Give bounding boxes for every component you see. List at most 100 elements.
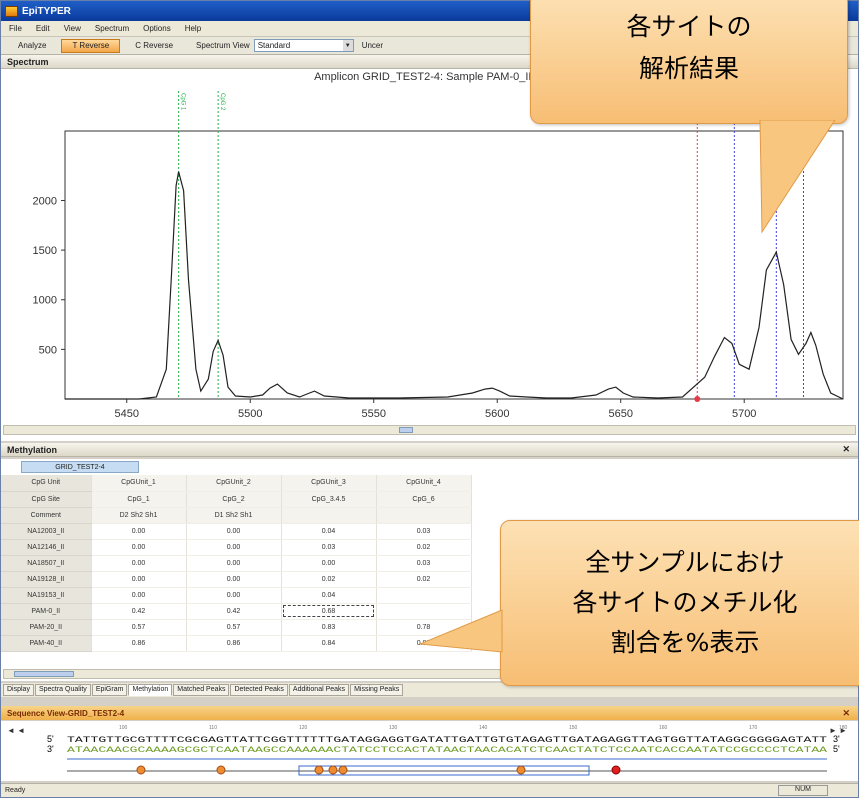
callout-methylation-percent: 全サンプルにおけ 各サイトのメチル化 割合を%表示 — [500, 520, 859, 686]
table-cell[interactable]: 0.02 — [376, 571, 472, 588]
c-reverse-button[interactable]: C Reverse — [124, 39, 184, 53]
nav-arrows-left: ◄ ◄ — [7, 726, 25, 735]
tab-epigram[interactable]: EpiGram — [91, 684, 128, 696]
spectrum-view-select[interactable]: Standard ▼ — [253, 39, 354, 52]
table-cell[interactable]: 0.00 — [91, 539, 187, 556]
table-cell[interactable]: CpG_1 — [91, 491, 187, 508]
table-cell[interactable]: 0.02 — [376, 539, 472, 556]
table-cell[interactable]: 0.68 — [281, 603, 377, 620]
menu-options[interactable]: Options — [143, 24, 171, 33]
row-header[interactable]: PAM-0_II — [1, 603, 92, 620]
callout-site-results: 各サイトの 解析結果 — [530, 0, 848, 124]
tab-additional-peaks[interactable]: Additional Peaks — [288, 684, 350, 696]
menu-view[interactable]: View — [64, 24, 81, 33]
table-cell[interactable]: 0.00 — [281, 555, 377, 572]
row-header[interactable]: NA12146_II — [1, 539, 92, 556]
table-cell[interactable]: 0.03 — [281, 539, 377, 556]
table-cell[interactable]: 0.04 — [281, 587, 377, 604]
table-cell[interactable]: CpG_2 — [186, 491, 282, 508]
table-cell[interactable]: CpGUnit_3 — [281, 475, 377, 492]
row-header[interactable]: CpG Unit — [1, 475, 92, 492]
row-header[interactable]: PAM-20_II — [1, 619, 92, 636]
cpg-site-marker — [314, 765, 324, 775]
table-cell[interactable]: CpGUnit_4 — [376, 475, 472, 492]
table-cell[interactable]: D1 Sh2 Sh1 — [186, 507, 282, 524]
table-cell[interactable]: CpGUnit_1 — [91, 475, 187, 492]
ruler-label: 110 — [209, 725, 217, 731]
plot-frame — [64, 130, 844, 400]
analyze-button[interactable]: Analyze — [7, 39, 57, 53]
table-cell[interactable]: CpG_3.4.5 — [281, 491, 377, 508]
tab-spectra-quality[interactable]: Spectra Quality — [34, 684, 91, 696]
table-cell[interactable] — [281, 507, 377, 524]
table-cell[interactable]: 0.04 — [281, 523, 377, 540]
table-cell[interactable]: CpGUnit_2 — [186, 475, 282, 492]
x-tick-label: 5600 — [485, 408, 509, 420]
table-row: PAM-0_II 0.42 0.42 0.68 — [1, 603, 472, 620]
row-header[interactable]: PAM-40_II — [1, 635, 92, 652]
menu-help[interactable]: Help — [185, 24, 201, 33]
bottom-strand: ATAACAACGCAAAAGCGCTCAATAAGCCAAAAAACTATCC… — [67, 746, 827, 755]
table-cell[interactable]: 0.42 — [91, 603, 187, 620]
sequence-panel-title: Sequence View-GRID_TEST2-4 ✕ — [1, 706, 858, 720]
table-cell[interactable]: CpG_6 — [376, 491, 472, 508]
missing-peak-dot — [694, 396, 701, 402]
row-header[interactable]: NA19153_II — [1, 587, 92, 604]
close-icon[interactable]: ✕ — [842, 444, 850, 455]
table-cell[interactable]: 0.00 — [91, 555, 187, 572]
row-header[interactable]: Comment — [1, 507, 92, 524]
ruler-label: 130 — [389, 725, 398, 731]
table-cell[interactable]: 0.57 — [91, 619, 187, 636]
table-cell[interactable]: 0.84 — [281, 635, 377, 652]
table-cell[interactable]: D2 Sh2 Sh1 — [91, 507, 187, 524]
table-cell[interactable]: 0.00 — [186, 571, 282, 588]
table-cell[interactable]: 0.86 — [91, 635, 187, 652]
menu-file[interactable]: File — [9, 24, 22, 33]
window-title: EpiTYPER — [22, 5, 71, 17]
table-cell[interactable]: 0.00 — [91, 587, 187, 604]
menu-spectrum[interactable]: Spectrum — [95, 24, 129, 33]
tab-matched-peaks[interactable]: Matched Peaks — [173, 684, 230, 696]
scroll-thumb[interactable] — [399, 427, 413, 433]
table-cell[interactable]: 0.00 — [186, 539, 282, 556]
top-strand: TATTGTTGCGTTTTCGCGAGTTATTCGGTTTTTTGATAGG… — [67, 736, 827, 745]
spectrum-chart: 500 1000 1500 2000 5450 5500 5550 5600 5650 5700 C… — [33, 91, 844, 420]
tab-display[interactable]: Display — [3, 684, 34, 696]
spectrum-scrollbar[interactable] — [3, 425, 856, 435]
spectrum-title-text: Spectrum — [7, 56, 49, 67]
table-cell[interactable]: 0.00 — [186, 523, 282, 540]
table-scroll-thumb[interactable] — [14, 671, 74, 677]
row-header[interactable]: NA19128_II — [1, 571, 92, 588]
table-cell[interactable]: 0.00 — [91, 523, 187, 540]
table-cell[interactable]: 0.03 — [376, 555, 472, 572]
table-cell[interactable]: 0.57 — [186, 619, 282, 636]
table-cell[interactable]: 0.42 — [186, 603, 282, 620]
row-header[interactable]: CpG Site — [1, 491, 92, 508]
table-cell[interactable]: 0.00 — [186, 587, 282, 604]
table-cell[interactable]: 0.86 — [186, 635, 282, 652]
row-header[interactable]: NA12003_II — [1, 523, 92, 540]
cpg-site-marker — [216, 765, 226, 775]
row-header[interactable]: NA18507_II — [1, 555, 92, 572]
sheet-tab[interactable]: GRID_TEST2-4 — [21, 461, 139, 473]
menu-edit[interactable]: Edit — [36, 24, 50, 33]
table-cell[interactable]: 0.83 — [281, 619, 377, 636]
table-cell[interactable]: 0.00 — [91, 571, 187, 588]
methylation-table: CpG Unit CpGUnit_1 CpGUnit_2 CpGUnit_3 CpGUn… — [1, 475, 472, 652]
close-icon[interactable]: ✕ — [842, 708, 850, 719]
table-cell[interactable]: 0.00 — [186, 555, 282, 572]
t-reverse-button[interactable]: T Reverse — [61, 38, 121, 53]
spectrum-view-label: Spectrum View — [196, 41, 250, 50]
methylation-panel-title: Methylation ✕ — [1, 443, 858, 457]
table-cell[interactable] — [376, 507, 472, 524]
tab-missing-peaks[interactable]: Missing Peaks — [350, 684, 404, 696]
ruler-label: 140 — [479, 725, 488, 731]
tab-detected-peaks[interactable]: Detected Peaks — [230, 684, 288, 696]
tab-methylation[interactable]: Methylation — [128, 684, 173, 696]
five-prime-label-right: 5' — [833, 744, 840, 754]
spectrum-chart-area: Amplicon GRID_TEST2-4: Sample PAM-0_II: … — [1, 69, 858, 441]
callout-top-line-1: 各サイトの — [626, 12, 752, 41]
table-cell[interactable]: 0.02 — [281, 571, 377, 588]
table-cell[interactable]: 0.03 — [376, 523, 472, 540]
callout-bottom-line-2: 各サイトのメチル化 — [572, 588, 798, 617]
